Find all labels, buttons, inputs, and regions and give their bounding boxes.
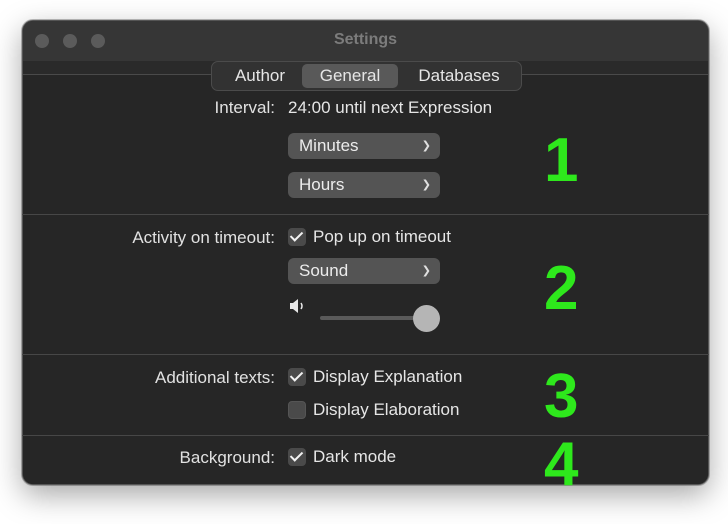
checkmark-icon [288, 228, 306, 246]
popup-on-timeout-label: Pop up on timeout [313, 227, 451, 246]
interval-value: 24:00 until next Expression [288, 98, 493, 117]
section-divider [22, 435, 709, 436]
tab-author[interactable]: Author [218, 64, 302, 88]
display-explanation-label: Display Explanation [313, 367, 463, 386]
chevron-down-icon: ❯ [421, 140, 431, 152]
chevron-down-icon: ❯ [421, 179, 431, 191]
title-bar: Settings [23, 21, 708, 61]
popup-on-timeout-checkbox[interactable]: Pop up on timeout [288, 226, 488, 248]
annotation-number-1: 1 [544, 126, 579, 195]
window-title: Settings [333, 31, 398, 48]
display-elaboration-label: Display Elaboration [313, 400, 460, 419]
additional-texts-label: Additional texts: [154, 368, 275, 387]
section-divider [22, 354, 709, 355]
checkbox-unchecked [288, 401, 306, 419]
dark-mode-checkbox[interactable]: Dark mode [288, 446, 488, 468]
hours-popup[interactable]: Hours ❯ [288, 172, 440, 198]
sound-popup[interactable]: Sound ❯ [288, 258, 440, 284]
display-elaboration-checkbox[interactable]: Display Elaboration [288, 399, 488, 421]
tab-databases[interactable]: Databases [402, 64, 516, 88]
minutes-popup[interactable]: Minutes ❯ [288, 133, 440, 159]
annotation-number-2: 2 [544, 254, 579, 323]
hours-popup-value: Hours [299, 175, 345, 194]
annotation-number-4: 4 [544, 430, 579, 499]
tab-bar: Author General Databases [211, 61, 522, 91]
speaker-icon [290, 299, 303, 313]
checkmark-icon [288, 368, 306, 386]
section-divider [22, 214, 709, 215]
background-label: Background: [179, 448, 275, 467]
volume-slider-knob[interactable] [413, 305, 440, 332]
minutes-popup-value: Minutes [299, 136, 359, 155]
interval-label: Interval: [214, 98, 275, 117]
activity-label: Activity on timeout: [132, 228, 275, 247]
chevron-down-icon: ❯ [421, 265, 431, 277]
dark-mode-label: Dark mode [313, 447, 397, 466]
annotation-number-3: 3 [544, 362, 579, 431]
checkmark-icon [288, 448, 306, 466]
sound-popup-value: Sound [299, 261, 349, 280]
display-explanation-checkbox[interactable]: Display Explanation [288, 366, 488, 388]
tab-general[interactable]: General [302, 64, 398, 88]
